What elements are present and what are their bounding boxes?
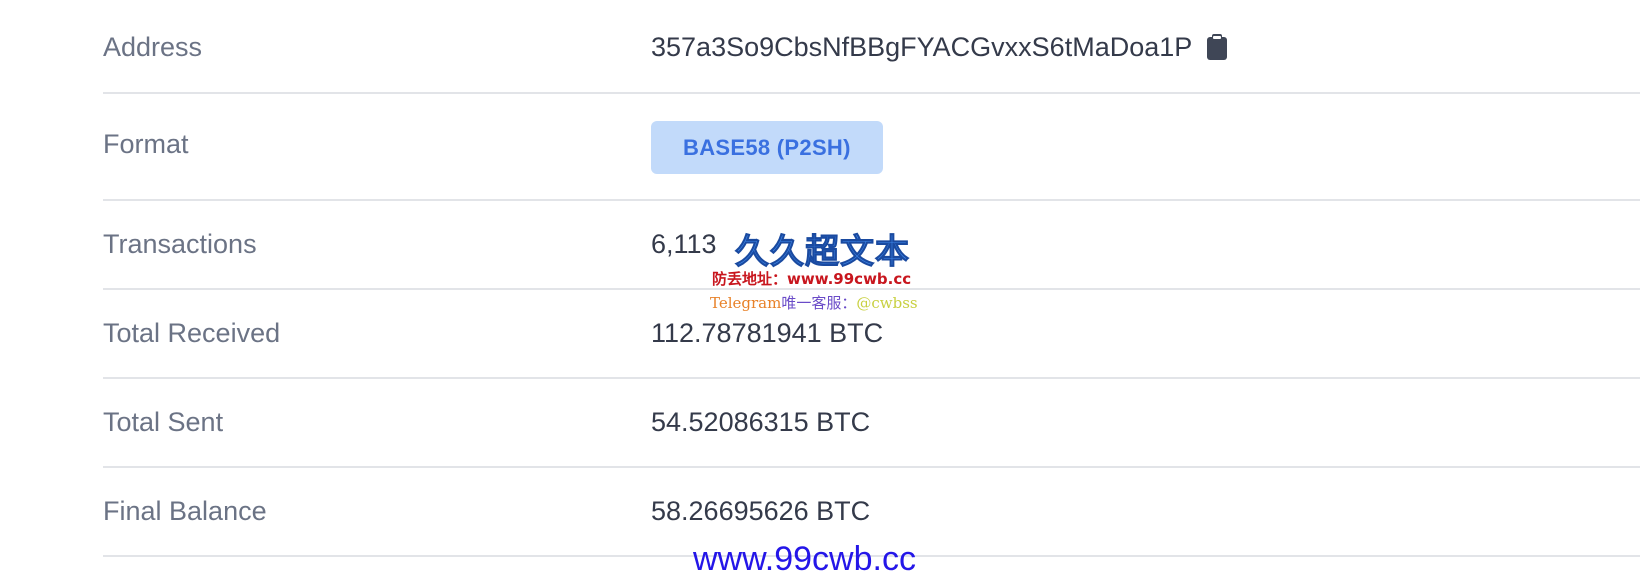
total-received-value: 112.78781941 BTC [651,318,884,348]
format-value-wrap: BASE58 (P2SH) [651,121,883,174]
final-balance-value: 58.26695626 BTC [651,496,871,526]
total-received-label: Total Received [103,318,281,348]
watermark-support: 唯一客服： [781,294,857,312]
watermark-telegram-line: Telegram唯一客服：@cwbss [710,292,918,313]
address-value-wrap: 357a3So9CbsNfBBgFYACGvxxS6tMaDoa1P [651,32,1228,63]
row-format: Format BASE58 (P2SH) [103,94,1640,201]
watermark-logo: 久久超文本 [735,232,910,273]
transactions-value: 6,113 [651,229,717,259]
address-label: Address [103,32,203,62]
transactions-label: Transactions [103,229,257,259]
final-balance-label: Final Balance [103,496,267,526]
watermark-telegram: Telegram [710,294,782,312]
watermark-footer: www.99cwb.cc [693,540,916,578]
row-address: Address 357a3So9CbsNfBBgFYACGvxxS6tMaDoa… [103,0,1640,94]
format-label: Format [103,129,189,159]
format-badge: BASE58 (P2SH) [651,121,883,174]
total-sent-value: 54.52086315 BTC [651,407,871,437]
watermark-handle: @cwbss [856,294,918,312]
clipboard-icon[interactable] [1206,34,1228,61]
watermark-url-line: 防丢地址：www.99cwb.cc [712,270,912,288]
row-total-sent: Total Sent 54.52086315 BTC [103,379,1640,468]
total-sent-label: Total Sent [103,407,224,437]
address-value[interactable]: 357a3So9CbsNfBBgFYACGvxxS6tMaDoa1P [651,32,1192,63]
